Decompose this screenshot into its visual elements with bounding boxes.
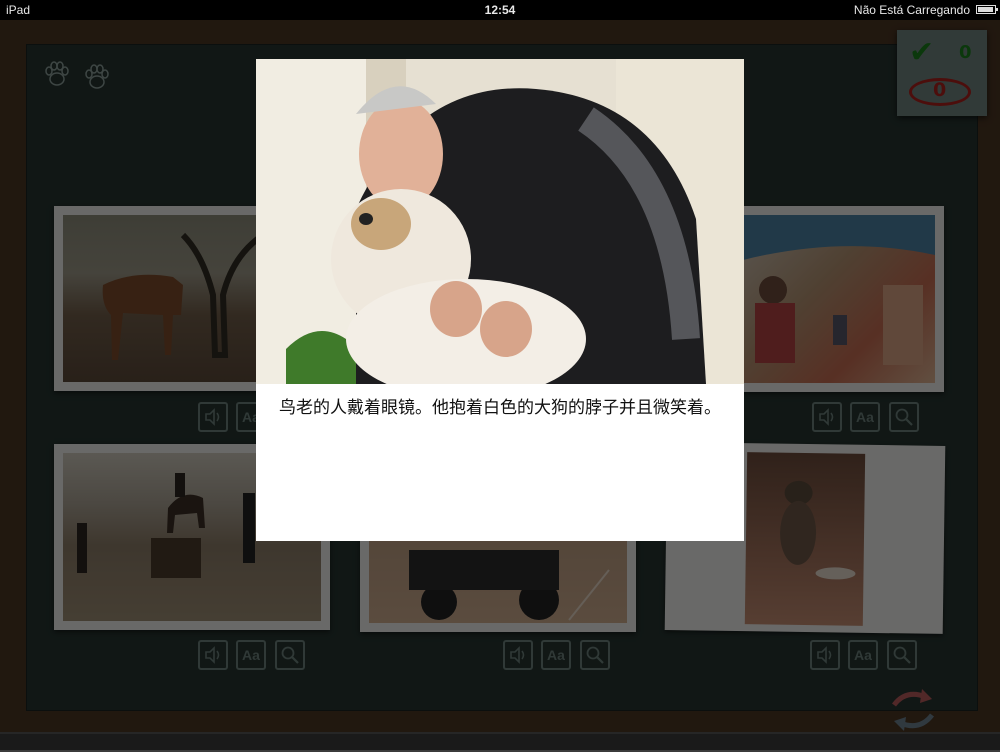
photo-modal[interactable]: 鸟老的人戴着眼镜。他抱着白色的大狗的脖子并且微笑着。 [256,59,744,541]
photo-caption: 鸟老的人戴着眼镜。他抱着白色的大狗的脖子并且微笑着。 [279,398,721,418]
clock: 12:54 [484,3,516,17]
charging-status: Não Está Carregando [853,3,970,17]
battery-icon [976,5,998,14]
status-bar: iPad 12:54 Não Está Carregando [0,0,1000,20]
man-with-dog-photo [256,59,744,384]
